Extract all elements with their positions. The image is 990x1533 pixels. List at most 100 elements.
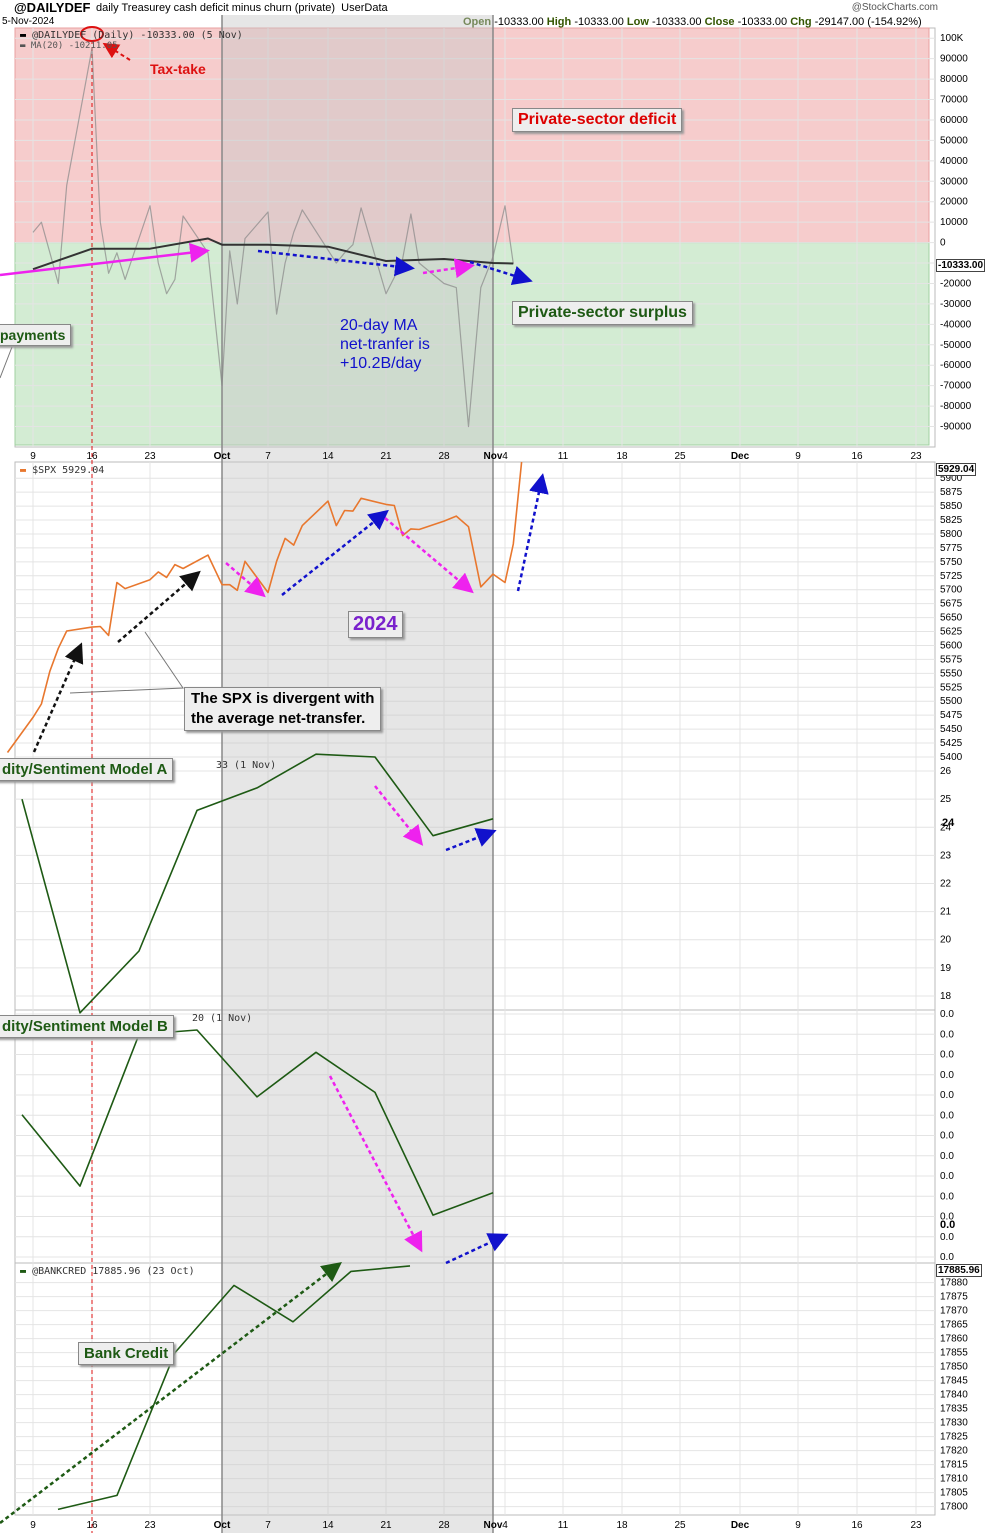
x-tick-label: Dec (731, 1520, 750, 1531)
y-tick-label: 5525 (940, 682, 963, 693)
x-tick-label: Dec (731, 451, 750, 462)
divergent-line1: The SPX is divergent with (191, 690, 375, 707)
y-tick-label: 5475 (940, 710, 963, 721)
x-tick-label: 25 (674, 1520, 686, 1531)
model-b-last-value: 0.0 (940, 1219, 956, 1231)
deficit-label: Private-sector deficit (512, 108, 683, 132)
y-tick-label: -80000 (940, 401, 972, 412)
dailydef-legend: ▬ @DAILYDEF (Daily) -10333.00 (5 Nov) (20, 30, 243, 41)
y-tick-label: 23 (940, 850, 952, 861)
y-tick-label: 10000 (940, 217, 968, 228)
x-tick-label: 18 (616, 451, 628, 462)
y-tick-label: 5700 (940, 585, 963, 596)
x-tick-label: 7 (265, 451, 271, 462)
y-tick-label: 17835 (940, 1404, 968, 1415)
model-a-legend: 33 (1 Nov) (216, 760, 277, 771)
x-tick-label: 7 (265, 1520, 271, 1531)
y-tick-label: 80000 (940, 74, 968, 85)
model-a-last-value: 24 (942, 817, 955, 829)
x-tick-label: 16 (86, 1520, 98, 1531)
payments-pointer (0, 346, 13, 379)
y-tick-label: 100K (940, 33, 964, 44)
y-tick-label: 17845 (940, 1376, 968, 1387)
ma-legend: ▬ MA(20) -10211.05 (20, 41, 118, 51)
ma-legend-text: MA(20) -10211.05 (30, 41, 118, 51)
y-tick-label: 5725 (940, 571, 963, 582)
year-label: 2024 (348, 611, 403, 638)
x-tick-label: Nov (484, 1520, 503, 1531)
y-tick-label: -70000 (940, 381, 972, 392)
x-tick-label: Oct (214, 1520, 231, 1531)
x-tick-label: 4 (502, 451, 508, 462)
x-tick-label: 28 (438, 1520, 450, 1531)
x-tick-label: 9 (30, 1520, 36, 1531)
divergent-note: The SPX is divergent with the average ne… (184, 687, 382, 731)
y-tick-label: 0.0 (940, 1171, 954, 1182)
y-tick-label: 5600 (940, 640, 963, 651)
y-tick-label: 17850 (940, 1362, 968, 1373)
y-tick-label: 17870 (940, 1306, 968, 1317)
y-tick-label: 5775 (940, 543, 963, 554)
y-tick-label: 0.0 (940, 1232, 954, 1243)
y-tick-label: 22 (940, 879, 952, 890)
y-tick-label: 5575 (940, 654, 963, 665)
x-tick-label: 18 (616, 1520, 628, 1531)
x-tick-label: 9 (795, 1520, 801, 1531)
y-tick-label: 0.0 (940, 1070, 954, 1081)
bank-credit-label: Bank Credit (78, 1342, 175, 1365)
y-tick-label: 5825 (940, 515, 963, 526)
y-tick-label: 17810 (940, 1474, 968, 1485)
spx-legend: ▬ $SPX 5929.04 (20, 465, 105, 476)
y-tick-label: 21 (940, 907, 952, 918)
y-tick-label: 17820 (940, 1446, 968, 1457)
x-tick-label: 14 (322, 451, 334, 462)
y-tick-label: 17880 (940, 1278, 968, 1289)
y-tick-label: 17875 (940, 1292, 968, 1303)
x-tick-label: 16 (851, 1520, 863, 1531)
x-tick-label: Oct (214, 451, 231, 462)
ma-note-line2: net-tranfer is (340, 336, 430, 353)
y-tick-label: 0.0 (940, 1029, 954, 1040)
y-tick-label: 17830 (940, 1418, 968, 1429)
ma-note: 20-day MA net-tranfer is +10.2B/day (340, 316, 430, 373)
y-tick-label: 17815 (940, 1460, 968, 1471)
y-tick-label: 5800 (940, 529, 963, 540)
x-tick-label: 9 (30, 451, 36, 462)
y-tick-label: 0.0 (940, 1151, 954, 1162)
y-tick-label: 17855 (940, 1348, 968, 1359)
y-tick-label: 5875 (940, 487, 963, 498)
x-tick-label: 23 (910, 451, 922, 462)
y-tick-label: 17825 (940, 1432, 968, 1443)
ma-note-line3: +10.2B/day (340, 355, 422, 372)
y-tick-label: 5625 (940, 627, 963, 638)
dailydef-last-value: -10333.00 (936, 259, 986, 272)
y-tick-label: 5850 (940, 501, 963, 512)
y-tick-label: 26 (940, 766, 952, 777)
y-tick-label: 5400 (940, 752, 963, 763)
bankcred-legend-text: @BANKCRED 17885.96 (23 Oct) (32, 1266, 195, 1277)
x-tick-label: 21 (380, 451, 392, 462)
y-tick-label: 19 (940, 963, 952, 974)
y-tick-label: 70000 (940, 95, 968, 106)
y-tick-label: 0.0 (940, 1191, 954, 1202)
model-a-label: dity/Sentiment Model A (0, 758, 174, 781)
model-b-legend: 20 (1 Nov) (192, 1013, 253, 1024)
y-tick-label: 20 (940, 935, 952, 946)
y-tick-label: 50000 (940, 135, 968, 146)
x-tick-label: 23 (144, 1520, 156, 1531)
y-tick-label: 5425 (940, 738, 963, 749)
x-tick-label: 9 (795, 451, 801, 462)
x-tick-label: 11 (558, 451, 569, 462)
y-tick-label: 25 (940, 794, 952, 805)
x-tick-label: 11 (558, 1520, 569, 1531)
y-tick-label: 17860 (940, 1334, 968, 1345)
y-tick-label: 60000 (940, 115, 968, 126)
y-tick-label: -50000 (940, 340, 972, 351)
y-tick-label: 17800 (940, 1502, 968, 1513)
x-tick-label: 28 (438, 451, 450, 462)
dailydef-legend-text: @DAILYDEF (Daily) -10333.00 (5 Nov) (32, 30, 243, 41)
y-tick-label: 0.0 (940, 1090, 954, 1101)
y-tick-label: -40000 (940, 319, 972, 330)
y-tick-label: 5650 (940, 613, 963, 624)
x-tick-label: Nov (484, 451, 503, 462)
